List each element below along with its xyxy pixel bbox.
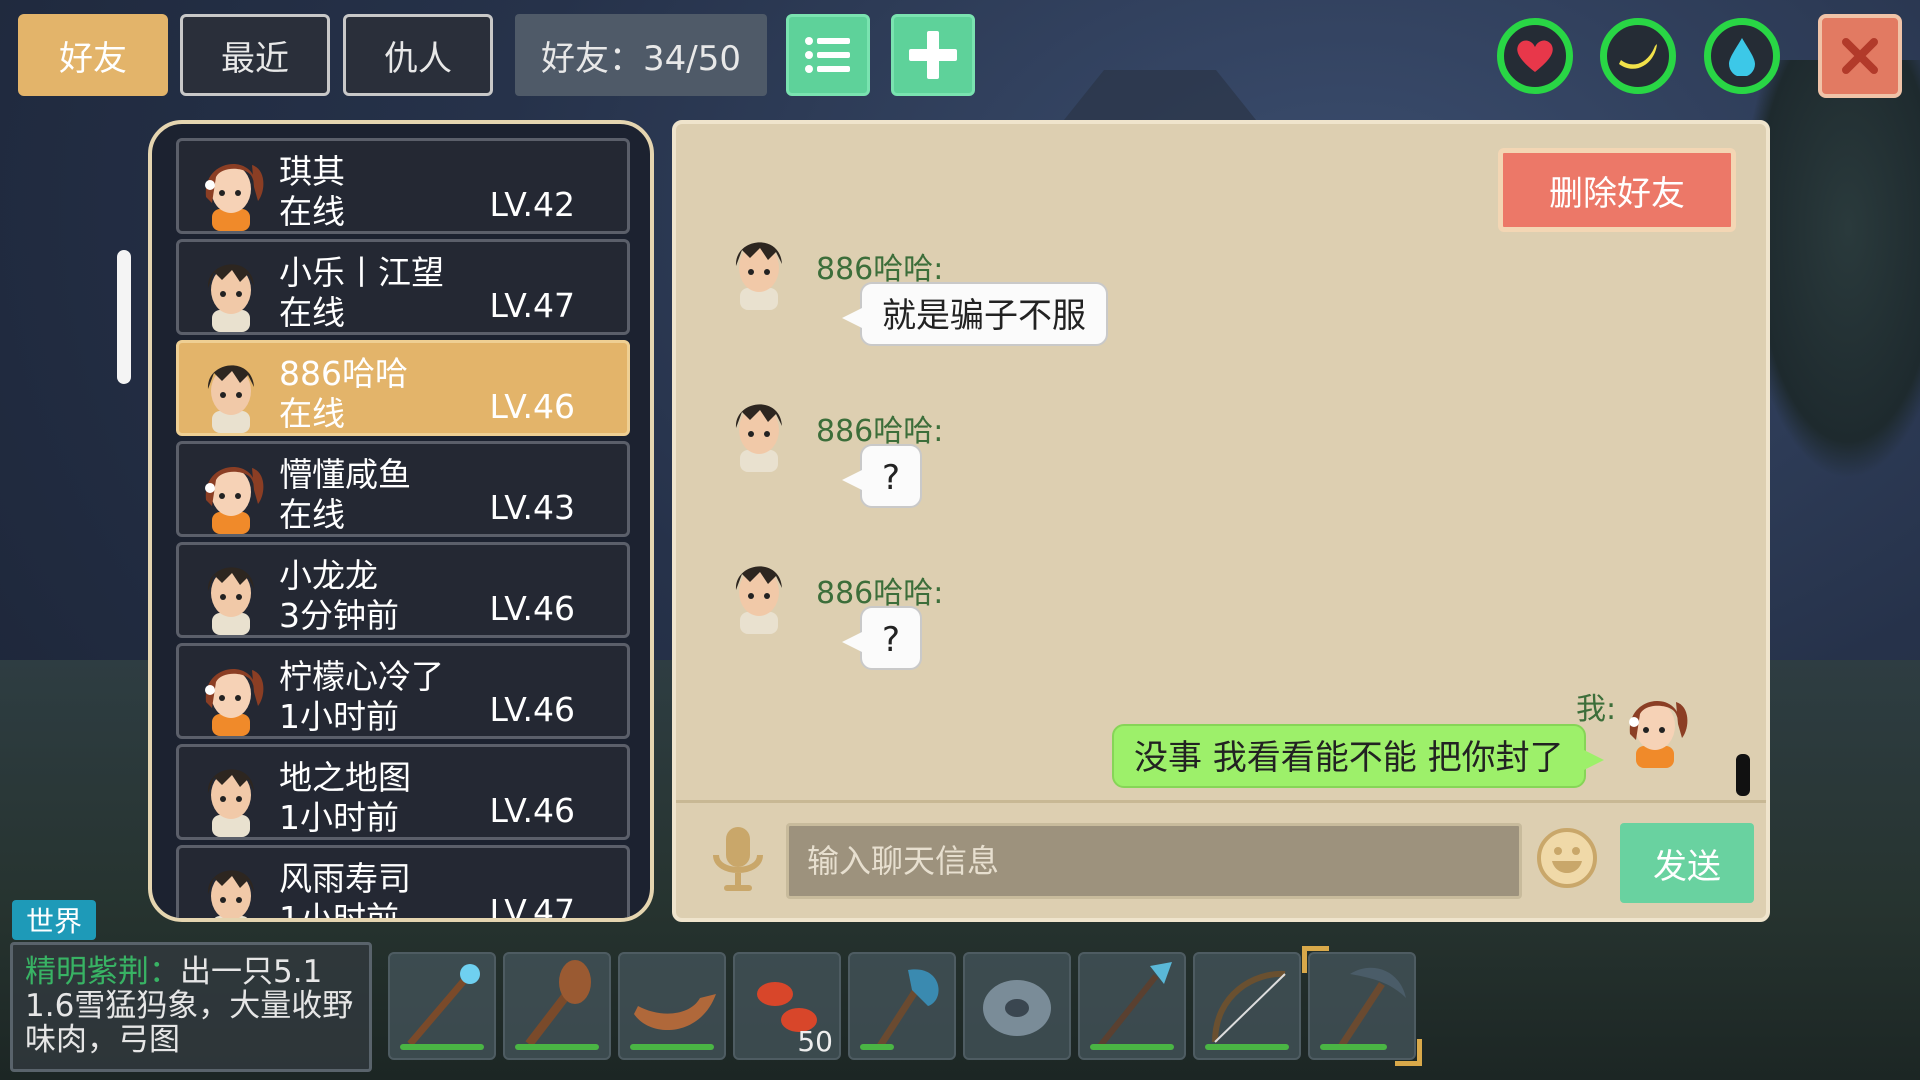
friend-list: 琪其 在线 LV.42 小乐丨江望 在线 LV.47 886哈哈 在线 LV.46 懵懂咸鱼 在线 L… bbox=[176, 138, 630, 922]
chat-input-bar: 发送 bbox=[676, 800, 1766, 921]
friend-level: LV.46 bbox=[489, 690, 575, 729]
friend-status: 在线 bbox=[279, 293, 345, 332]
friend-level: LV.47 bbox=[489, 286, 575, 325]
durability-bar bbox=[630, 1044, 714, 1050]
friend-row[interactable]: 886哈哈 在线 LV.46 bbox=[176, 340, 630, 436]
world-chat-box[interactable]: 精明紫荆：出一只5.1 1.6雪猛犸象，大量收野味肉，弓图 bbox=[10, 942, 372, 1072]
chat-sender-me: 我: bbox=[1576, 692, 1617, 727]
pickaxe-icon bbox=[1337, 967, 1406, 1050]
water-drop-icon bbox=[1729, 38, 1755, 76]
tab-enemies[interactable]: 仇人 bbox=[343, 14, 493, 96]
durability-bar bbox=[1090, 1044, 1174, 1050]
friend-status: 在线 bbox=[279, 192, 345, 231]
tab-recent[interactable]: 最近 bbox=[180, 14, 330, 96]
friend-status: 1小时前 bbox=[279, 899, 399, 922]
hotbar-slot[interactable] bbox=[503, 952, 611, 1060]
avatar-male-icon bbox=[735, 404, 782, 472]
hotbar-slot[interactable] bbox=[618, 952, 726, 1060]
avatar-male-icon bbox=[207, 870, 254, 918]
friend-level: LV.42 bbox=[489, 185, 575, 224]
avatar-female-icon bbox=[205, 164, 264, 231]
delete-friend-button[interactable]: 删除好友 bbox=[1498, 148, 1736, 232]
friend-list-scrollbar[interactable] bbox=[117, 250, 131, 384]
friend-row[interactable]: 小乐丨江望 在线 LV.47 bbox=[176, 239, 630, 335]
avatar-male-icon bbox=[207, 769, 254, 837]
avatar-male-icon bbox=[735, 242, 782, 310]
friend-count: 好友：34/50 bbox=[515, 14, 767, 96]
banana-icon bbox=[1619, 44, 1657, 69]
friend-row[interactable]: 风雨寿司 1小时前 LV.47 bbox=[176, 845, 630, 922]
durability-bar bbox=[400, 1044, 484, 1050]
send-button[interactable]: 发送 bbox=[1620, 823, 1754, 903]
add-friend-button[interactable] bbox=[891, 14, 975, 96]
top-bar: 好友 最近 仇人 好友：34/50 bbox=[0, 0, 1920, 110]
avatar-female-icon bbox=[1629, 701, 1688, 768]
health-stat bbox=[1497, 18, 1573, 94]
club-icon bbox=[525, 960, 591, 1047]
chat-panel: 删除好友 886哈哈: 就是骗子不服 886哈哈: ? 886哈哈: ? 我: … bbox=[672, 120, 1770, 922]
world-channel-tag[interactable]: 世界 bbox=[12, 900, 96, 940]
boat-icon bbox=[634, 994, 716, 1031]
list-icon bbox=[805, 37, 850, 73]
axe-icon bbox=[877, 969, 939, 1048]
friend-status: 3分钟前 bbox=[279, 596, 399, 635]
friend-row[interactable]: 懵懂咸鱼 在线 LV.43 bbox=[176, 441, 630, 537]
friend-row[interactable]: 琪其 在线 LV.42 bbox=[176, 138, 630, 234]
durability-bar bbox=[860, 1044, 894, 1050]
tab-friends[interactable]: 好友 bbox=[18, 14, 168, 96]
friend-level: LV.46 bbox=[489, 589, 575, 628]
hotbar-slot[interactable] bbox=[1302, 946, 1422, 1066]
plus-icon bbox=[909, 31, 957, 79]
staff-icon bbox=[407, 964, 480, 1047]
spear-icon bbox=[1097, 962, 1172, 1048]
hotbar-slot[interactable] bbox=[1193, 952, 1301, 1060]
microphone-icon[interactable] bbox=[708, 825, 768, 895]
friend-row[interactable]: 地之地图 1小时前 LV.46 bbox=[176, 744, 630, 840]
durability-bar bbox=[1205, 1044, 1289, 1050]
chat-scrollbar[interactable] bbox=[1736, 754, 1750, 796]
friend-row[interactable]: 柠檬心冷了 1小时前 LV.46 bbox=[176, 643, 630, 739]
close-icon bbox=[1842, 38, 1878, 74]
friend-status: 1小时前 bbox=[279, 798, 399, 837]
thirst-stat bbox=[1704, 18, 1780, 94]
item-quantity: 50 bbox=[797, 1025, 833, 1058]
hotbar-slot[interactable] bbox=[963, 952, 1071, 1060]
friend-status: 在线 bbox=[279, 495, 345, 534]
hotbar-slot[interactable] bbox=[388, 952, 496, 1060]
hotbar-slot[interactable]: 50 bbox=[733, 952, 841, 1060]
avatar-male-icon bbox=[207, 365, 254, 433]
friend-list-panel: 琪其 在线 LV.42 小乐丨江望 在线 LV.47 886哈哈 在线 LV.46 懵懂咸鱼 在线 L… bbox=[148, 120, 654, 922]
hunger-stat bbox=[1600, 18, 1676, 94]
avatar-male-icon bbox=[207, 264, 254, 332]
friend-level: LV.46 bbox=[489, 387, 575, 426]
bow-icon bbox=[1212, 970, 1286, 1043]
heart-icon bbox=[1517, 40, 1553, 72]
durability-bar bbox=[1320, 1044, 1387, 1050]
durability-bar bbox=[515, 1044, 599, 1050]
hotbar-slot[interactable] bbox=[848, 952, 956, 1060]
friend-level: LV.43 bbox=[489, 488, 575, 527]
list-button[interactable] bbox=[786, 14, 870, 96]
chat-bubble: 就是骗子不服 bbox=[842, 282, 1108, 346]
chat-bubble: ? bbox=[841, 606, 923, 670]
chat-bubble: ? bbox=[841, 444, 923, 508]
close-button[interactable] bbox=[1818, 14, 1902, 98]
avatar-male-icon bbox=[735, 566, 782, 634]
friend-level: LV.47 bbox=[489, 892, 575, 922]
friend-row[interactable]: 小龙龙 3分钟前 LV.46 bbox=[176, 542, 630, 638]
chat-input[interactable] bbox=[786, 823, 1522, 899]
chat-bubble-mine: 没事 我看看能不能 把你封了 bbox=[1112, 724, 1604, 788]
hotbar-slot[interactable] bbox=[1078, 952, 1186, 1060]
stone-disc-icon bbox=[983, 980, 1051, 1036]
friend-level: LV.46 bbox=[489, 791, 575, 830]
smiley-icon[interactable] bbox=[1536, 827, 1598, 889]
avatar-male-icon bbox=[207, 567, 254, 635]
avatar-female-icon bbox=[205, 467, 264, 534]
avatar-female-icon bbox=[205, 669, 264, 736]
friend-status: 在线 bbox=[279, 394, 345, 433]
friend-status: 1小时前 bbox=[279, 697, 399, 736]
world-chat-sender: 精明紫荆： bbox=[25, 954, 180, 990]
